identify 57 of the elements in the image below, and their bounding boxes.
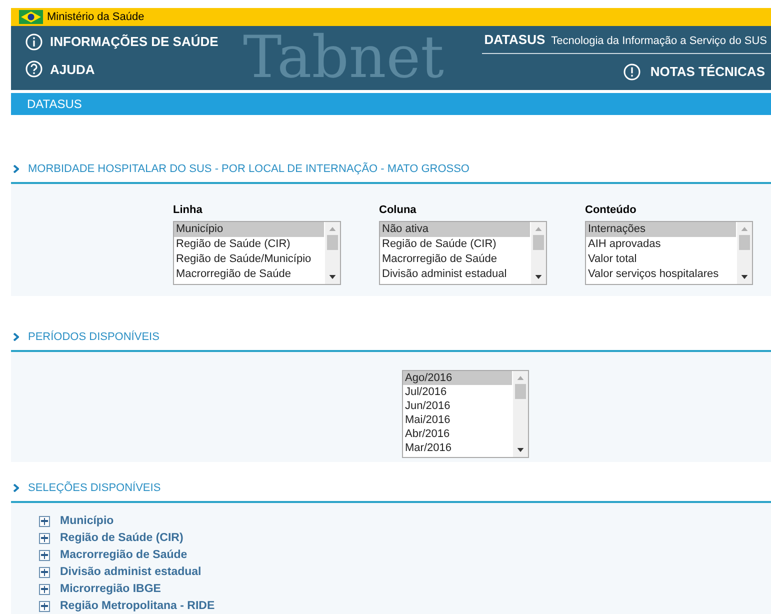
chevron-icon	[13, 333, 19, 341]
field-label: Coluna	[379, 203, 418, 218]
field-label: Linha	[173, 203, 204, 218]
scroll-bar[interactable]	[325, 222, 340, 284]
header-link[interactable]: AJUDA	[25, 60, 218, 79]
brand-name[interactable]: DATASUS	[484, 30, 546, 50]
help-icon	[25, 60, 43, 78]
tree-item[interactable]: Região de Saúde (CIR)	[60, 530, 184, 546]
scroll-bar[interactable]	[737, 222, 752, 284]
field-label: Conteúdo	[585, 203, 638, 218]
brand-tagline: Tecnologia da Informação a Serviço do SUS	[551, 34, 767, 49]
list-option[interactable]: Município	[174, 222, 324, 236]
list-option[interactable]: Abr/2016	[403, 427, 512, 441]
section-title: MORBIDADE HOSPITALAR DO SUS - POR LOCAL DE INTERNAÇÃO - MATO GROSSO	[28, 162, 470, 176]
list-option[interactable]: Região de Saúde (CIR)	[174, 236, 324, 252]
flag-icon	[19, 10, 43, 24]
info-icon	[25, 32, 43, 51]
section-title: PERÍODOS DISPONÍVEIS	[28, 330, 160, 344]
chevron-icon	[13, 484, 19, 492]
list-option[interactable]: Região de Saúde (CIR)	[380, 236, 530, 252]
notes-link[interactable]: NOTAS TÉCNICAS	[623, 62, 765, 82]
tree-item[interactable]: Município	[60, 513, 114, 529]
expand-icon[interactable]	[39, 532, 50, 544]
expand-icon[interactable]	[39, 566, 50, 578]
list-box[interactable]: Não ativa Região de Saúde (CIR) Macrorregião de Saúde Divisão administ estadual	[379, 220, 547, 284]
list-option[interactable]: Valor total	[586, 252, 736, 266]
list-option[interactable]: Mai/2016	[403, 413, 512, 427]
list-option[interactable]: Macrorregião de Saúde	[380, 252, 530, 266]
section-title: SELEÇÕES DISPONÍVEIS	[28, 481, 161, 495]
scroll-bar[interactable]	[531, 222, 546, 284]
list-option[interactable]: Mar/2016	[403, 441, 512, 455]
tree-item[interactable]: Divisão administ estadual	[60, 564, 202, 580]
tree-item[interactable]: Região Metropolitana - RIDE	[60, 598, 215, 614]
chevron-icon	[13, 165, 19, 173]
list-option[interactable]: Macrorregião de Saúde	[174, 266, 324, 282]
expand-icon[interactable]	[39, 516, 50, 526]
list-box[interactable]: Município Região de Saúde (CIR) Região de Saúde/Município Macrorregião de Saúde	[173, 220, 341, 284]
tree-item[interactable]: Macrorregião de Saúde	[60, 547, 188, 563]
list-option[interactable]: Jul/2016	[403, 385, 512, 399]
list-option[interactable]: Valor serviços hospitalares	[586, 266, 736, 282]
list-box[interactable]: Internações AIH aprovadas Valor total Valor serviços hospitalares	[585, 220, 753, 284]
tree-item[interactable]: Microrregião IBGE	[60, 581, 161, 597]
list-option[interactable]: AIH aprovadas	[586, 236, 736, 252]
list-option[interactable]: Divisão administ estadual	[380, 266, 530, 282]
alert-icon	[623, 62, 642, 81]
list-option[interactable]: Região de Saúde/Município	[174, 252, 324, 266]
list-option[interactable]: Jun/2016	[403, 399, 512, 413]
expand-icon[interactable]	[39, 600, 50, 612]
ministry-title[interactable]: Ministério da Saúde	[47, 8, 144, 26]
list-box[interactable]: Ago/2016 Jul/2016 Jun/2016 Mai/2016 Abr/2016 Mar/2016	[402, 370, 529, 458]
list-option[interactable]: Ago/2016	[403, 371, 512, 385]
scroll-bar[interactable]	[513, 371, 528, 457]
header-link[interactable]: INFORMAÇÕES DE SAÚDE	[25, 32, 218, 52]
list-option[interactable]: Internações	[586, 222, 736, 236]
expand-icon[interactable]	[39, 584, 50, 594]
list-option[interactable]: Não ativa	[380, 222, 530, 236]
expand-icon[interactable]	[39, 550, 50, 560]
